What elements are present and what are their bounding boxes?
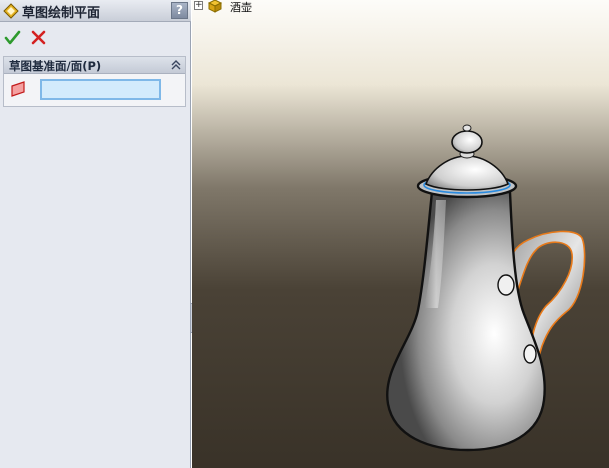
property-manager-title: 草图绘制平面	[22, 6, 101, 21]
section-header[interactable]: 草图基准面/面(P)	[4, 57, 185, 74]
graphics-viewport[interactable]: + 酒壶	[192, 0, 609, 468]
wine-jug-model[interactable]	[192, 0, 609, 468]
jug-lid-knob[interactable]	[451, 130, 483, 154]
property-manager: 草图绘制平面 ? 草图基准面/面(P)	[0, 0, 191, 468]
ok-check-button[interactable]	[4, 29, 21, 46]
jug-body[interactable]	[386, 190, 546, 452]
sketch-plane-icon	[3, 3, 19, 19]
cancel-x-button[interactable]	[30, 29, 47, 46]
sketch-plane-section: 草图基准面/面(P)	[3, 56, 186, 107]
property-manager-title-bar: 草图绘制平面 ?	[0, 0, 191, 22]
help-button[interactable]: ?	[171, 2, 188, 19]
plane-selection-field[interactable]	[40, 79, 161, 100]
collapse-chevron-icon[interactable]	[170, 59, 182, 71]
face-plane-icon	[11, 81, 25, 97]
jug-lid[interactable]	[424, 155, 510, 191]
section-title: 草图基准面/面(P)	[9, 59, 102, 73]
